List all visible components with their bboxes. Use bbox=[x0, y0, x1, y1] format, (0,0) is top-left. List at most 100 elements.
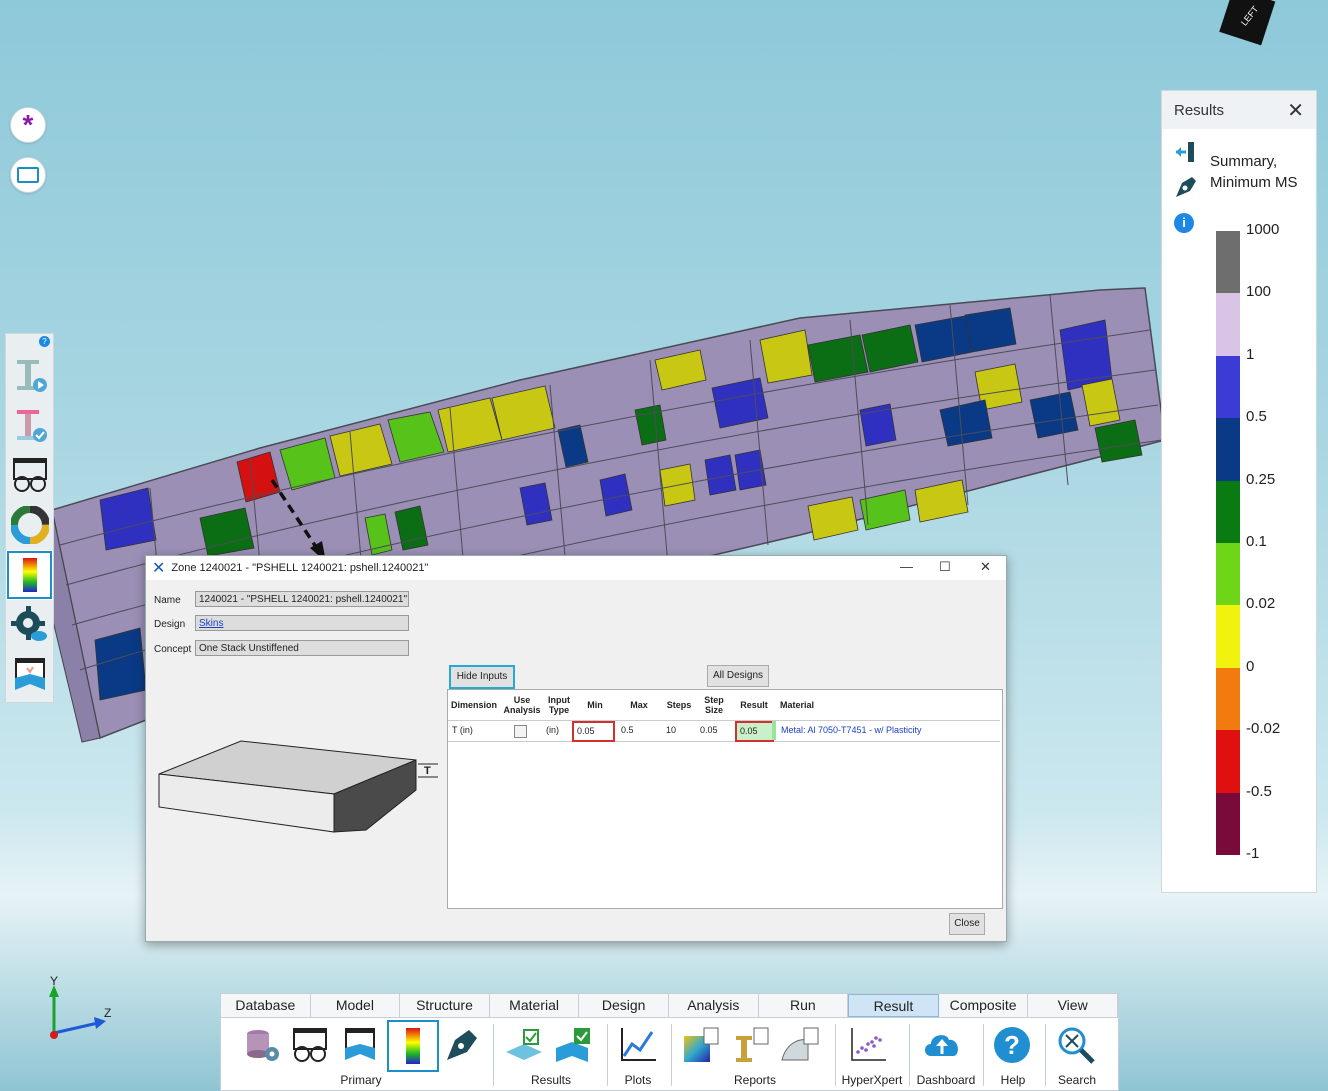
asterisk-select-button[interactable]: * bbox=[10, 107, 46, 143]
glasses-icon bbox=[12, 458, 47, 492]
group-label-results: Results bbox=[530, 1073, 571, 1087]
dialog-titlebar: ✕ Zone 1240021 - "PSHELL 1240021: pshell… bbox=[146, 556, 1006, 580]
collapse-icon[interactable] bbox=[1174, 141, 1198, 168]
minimize-icon[interactable]: — bbox=[900, 559, 913, 574]
legend-label: 1000 bbox=[1246, 221, 1280, 238]
cell-steps[interactable]: 10 bbox=[666, 720, 676, 740]
legend-color-bar bbox=[1216, 231, 1240, 855]
design-link[interactable]: Skins bbox=[195, 615, 409, 631]
legend-label: -0.5 bbox=[1246, 782, 1272, 800]
result-indicator bbox=[772, 721, 776, 740]
concept-field: One Stack Unstiffened bbox=[195, 640, 409, 656]
info-icon[interactable]: i bbox=[1174, 213, 1194, 233]
legend-label: 0.5 bbox=[1246, 408, 1267, 426]
separator bbox=[1045, 1024, 1046, 1086]
separator bbox=[671, 1024, 672, 1086]
col-dimension: Dimension bbox=[450, 700, 497, 710]
dialog-title: Zone 1240021 - "PSHELL 1240021: pshell.1… bbox=[171, 562, 429, 574]
surface-report-icon[interactable] bbox=[779, 1024, 821, 1066]
help-icon[interactable]: ? bbox=[991, 1024, 1033, 1066]
separator bbox=[493, 1024, 494, 1086]
glasses-icon[interactable] bbox=[289, 1024, 331, 1066]
tab-design[interactable]: Design bbox=[579, 994, 669, 1017]
legend-tool[interactable] bbox=[6, 550, 53, 600]
group-label-hyperxpert: HyperXpert bbox=[841, 1073, 903, 1087]
legend-label: 0.1 bbox=[1246, 533, 1267, 550]
color-legend-icon[interactable] bbox=[387, 1020, 439, 1072]
gear-eye-icon bbox=[10, 606, 47, 641]
database-gear-icon[interactable] bbox=[241, 1024, 283, 1066]
color-wheel-icon bbox=[10, 506, 49, 544]
col-steps: Steps bbox=[666, 700, 692, 710]
legend-swatch bbox=[1216, 605, 1240, 668]
tab-result[interactable]: Result bbox=[848, 994, 939, 1017]
col-step-size: Step Size bbox=[704, 695, 724, 715]
legend-label: 100 bbox=[1246, 283, 1272, 301]
group-label-reports: Reports bbox=[733, 1073, 777, 1087]
legend-label: 0.02 bbox=[1246, 595, 1276, 613]
legend-label: 1 bbox=[1246, 345, 1255, 363]
group-label-help: Help bbox=[1000, 1073, 1026, 1087]
results-book-check-icon[interactable] bbox=[553, 1024, 595, 1066]
contour-report-icon[interactable] bbox=[681, 1024, 723, 1066]
beam-play-tool[interactable] bbox=[6, 350, 53, 400]
tab-structure[interactable]: Structure bbox=[400, 994, 490, 1017]
beam-check-tool[interactable] bbox=[6, 400, 53, 450]
use-analysis-checkbox[interactable] bbox=[514, 725, 527, 738]
col-use-analysis: Use Analysis bbox=[503, 695, 541, 715]
axis-y-label: Y bbox=[50, 975, 58, 988]
hide-inputs-button[interactable]: Hide Inputs bbox=[449, 665, 515, 689]
color-wheel-tool[interactable] bbox=[6, 500, 53, 550]
ribbon-groups: Primary Results Plots Reports HyperXpert bbox=[221, 1018, 1118, 1090]
legend-label: 0 bbox=[1246, 657, 1255, 675]
ribbon-tabs: Database Model Structure Material Design Anal… bbox=[221, 994, 1118, 1018]
rectangle-select-button[interactable] bbox=[10, 157, 46, 193]
scatter-plot-icon[interactable] bbox=[847, 1024, 889, 1066]
dialog-close-icon[interactable]: ✕ bbox=[980, 559, 991, 575]
tab-database[interactable]: Database bbox=[221, 994, 311, 1017]
report-book-icon[interactable] bbox=[339, 1024, 381, 1066]
group-label-search: Search bbox=[1057, 1073, 1097, 1087]
pen-icon[interactable] bbox=[441, 1024, 483, 1066]
cell-material[interactable]: Metal: Al 7050-T7451 - w/ Plasticity bbox=[781, 720, 922, 740]
cloud-upload-icon[interactable] bbox=[921, 1024, 963, 1066]
settings-eye-tool[interactable] bbox=[6, 600, 53, 650]
cell-step-size[interactable]: 0.05 bbox=[700, 720, 718, 740]
glasses-view-tool[interactable] bbox=[6, 450, 53, 500]
report-book-icon bbox=[14, 658, 45, 690]
maximize-icon[interactable]: ☐ bbox=[939, 559, 951, 575]
cell-min[interactable]: 0.05 bbox=[572, 721, 615, 742]
dimension-table: Dimension Use Analysis Input Type Min Ma… bbox=[447, 689, 1003, 909]
legend-label: -1 bbox=[1246, 845, 1260, 862]
cell-max[interactable]: 0.5 bbox=[621, 720, 634, 740]
tab-material[interactable]: Material bbox=[490, 994, 580, 1017]
separator bbox=[909, 1024, 910, 1086]
tab-analysis[interactable]: Analysis bbox=[669, 994, 759, 1017]
axis-triad: Y Z bbox=[49, 975, 111, 1039]
help-icon[interactable]: ? bbox=[39, 336, 50, 347]
results-panel: Results ✕ i Summary, Minimum MS 1000 100 1… bbox=[1161, 90, 1317, 893]
close-icon[interactable]: ✕ bbox=[1287, 98, 1304, 123]
pen-icon[interactable] bbox=[1172, 175, 1198, 206]
col-material: Material bbox=[780, 700, 815, 710]
legend-label: -0.02 bbox=[1246, 720, 1281, 738]
results-header: Results ✕ bbox=[1162, 91, 1316, 129]
tab-view[interactable]: View bbox=[1028, 994, 1118, 1017]
line-plot-icon[interactable] bbox=[617, 1024, 659, 1066]
asterisk-icon: * bbox=[22, 109, 34, 140]
legend-label: 0.25 bbox=[1246, 470, 1276, 488]
beam-report-icon[interactable] bbox=[729, 1024, 771, 1066]
rectangle-icon bbox=[17, 167, 39, 183]
search-icon[interactable] bbox=[1055, 1024, 1097, 1066]
beam-check-icon bbox=[16, 410, 47, 442]
tab-model[interactable]: Model bbox=[311, 994, 401, 1017]
close-button[interactable]: Close bbox=[949, 913, 985, 935]
thickness-tag: T bbox=[424, 765, 431, 777]
results-check-icon[interactable] bbox=[503, 1024, 545, 1066]
tab-composite[interactable]: Composite bbox=[939, 994, 1029, 1017]
legend-swatch bbox=[1216, 480, 1240, 543]
report-tool[interactable] bbox=[6, 650, 53, 700]
all-designs-button[interactable]: All Designs bbox=[707, 665, 769, 687]
group-label-plots: Plots bbox=[624, 1073, 652, 1087]
tab-run[interactable]: Run bbox=[759, 994, 849, 1017]
